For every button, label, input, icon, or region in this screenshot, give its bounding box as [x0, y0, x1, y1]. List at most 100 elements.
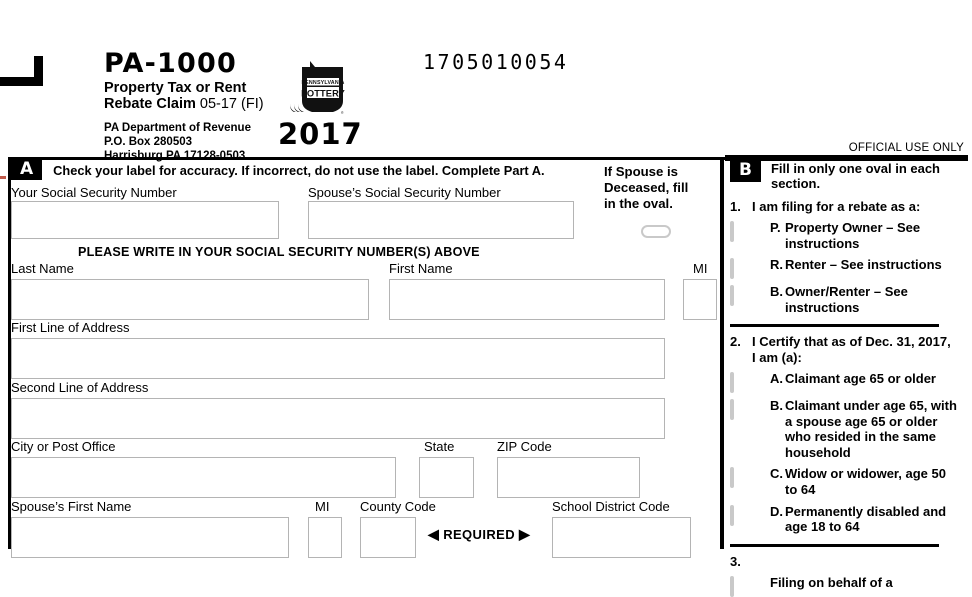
question-3-text	[752, 554, 952, 569]
required-label: REQUIRED	[443, 527, 516, 542]
option-2-a-oval[interactable]	[730, 372, 734, 394]
option-2-b-oval-cell	[730, 398, 770, 421]
svg-text:LOTTERY: LOTTERY	[301, 89, 345, 99]
your-ssn-label: Your Social Security Number	[11, 185, 177, 200]
pennsylvania-lottery-logo: PENNSYLVANIA LOTTERY ®	[288, 57, 350, 115]
arrow-left-icon: ◀	[428, 526, 440, 542]
registration-mark-vertical	[34, 56, 43, 86]
department-name: PA Department of Revenue	[104, 121, 251, 134]
option-1-p-letter: P.	[770, 219, 781, 235]
option-1-r-text: R. Renter – See instructions	[770, 257, 960, 273]
spouse-ssn-label: Spouse’s Social Security Number	[308, 185, 501, 200]
option-2-d-oval[interactable]	[730, 504, 734, 526]
address-line1-input[interactable]	[11, 338, 665, 379]
tax-year: 2017	[278, 117, 363, 151]
registration-corner-mark	[0, 56, 43, 86]
option-1-p-oval[interactable]	[730, 220, 734, 242]
option-2-c-label: Widow or widower, age 50 to 64	[785, 466, 946, 497]
option-2-d-text: D. Permanently disabled and age 18 to 64	[770, 504, 960, 535]
left-edge-alignment-tick	[0, 176, 6, 179]
question-3-number: 3.	[730, 553, 741, 569]
spouse-deceased-instruction: If Spouse is Deceased, fill in the oval.	[604, 164, 716, 212]
your-ssn-input[interactable]	[11, 201, 279, 239]
county-code-input[interactable]	[360, 517, 416, 558]
control-number: 1705010054	[423, 50, 569, 74]
option-2-c-letter: C.	[770, 466, 783, 482]
address-line2-label: Second Line of Address	[11, 380, 149, 395]
form-title-line1: Property Tax or Rent	[104, 80, 247, 96]
department-po-box: P.O. Box 280503	[104, 136, 193, 148]
mi-label: MI	[693, 261, 708, 276]
form-masthead: PA-1000 Property Tax or Rent Rebate Clai…	[104, 50, 264, 164]
option-2-b-oval[interactable]	[730, 399, 734, 421]
zip-input[interactable]	[497, 457, 640, 498]
question-2-number: 2.	[730, 334, 741, 350]
option-2-b-label: Claimant under age 65, with a spouse age…	[785, 398, 957, 460]
part-b-question-3: 3.	[730, 554, 964, 569]
option-3-oval-cell	[730, 575, 770, 597]
option-1-b-oval[interactable]	[730, 285, 734, 307]
arrow-right-icon: ▶	[519, 526, 531, 542]
option-1-r-letter: R.	[770, 257, 783, 273]
option-1-b-oval-cell	[730, 284, 770, 307]
option-2-d-oval-cell	[730, 504, 770, 526]
address-line1-label: First Line of Address	[11, 320, 130, 335]
part-b-header: B Fill in only one oval in each section.	[730, 161, 964, 192]
city-input[interactable]	[11, 457, 396, 498]
first-name-input[interactable]	[389, 279, 665, 320]
option-2-a-label: Claimant age 65 or older	[785, 371, 936, 387]
option-1-r[interactable]: R. Renter – See instructions	[730, 257, 964, 280]
option-3-text: Filing on behalf of a	[770, 575, 960, 591]
part-b-rule-2	[730, 543, 939, 547]
part-a-badge: A	[11, 159, 43, 181]
part-a-instruction: Check your label for accuracy. If incorr…	[53, 162, 545, 178]
part-b-question-1: 1. I am filing for a rebate as a:	[730, 199, 964, 214]
option-1-r-oval[interactable]	[730, 258, 734, 280]
required-indicator: ◀ REQUIRED ▶	[428, 526, 530, 543]
school-district-code-label: School District Code	[552, 499, 670, 514]
option-2-a[interactable]: A. Claimant age 65 or older	[730, 371, 964, 394]
option-2-b-text: B. Claimant under age 65, with a spouse …	[770, 398, 960, 460]
option-1-p[interactable]: P. Property Owner – See instructions	[730, 220, 964, 251]
option-2-b[interactable]: B. Claimant under age 65, with a spouse …	[730, 398, 964, 460]
option-2-d[interactable]: D. Permanently disabled and age 18 to 64	[730, 504, 964, 535]
last-name-input[interactable]	[11, 279, 369, 320]
option-2-c-text: C. Widow or widower, age 50 to 64	[770, 466, 960, 497]
part-b-instruction: Fill in only one oval in each section.	[770, 161, 941, 192]
part-b-badge: B	[730, 161, 761, 182]
option-2-c-oval[interactable]	[730, 467, 734, 489]
option-2-d-letter: D.	[770, 503, 783, 519]
question-1-number: 1.	[730, 198, 741, 214]
option-1-p-label: Property Owner – See instructions	[785, 219, 921, 251]
county-code-label: County Code	[360, 499, 436, 514]
address-line2-input[interactable]	[11, 398, 665, 439]
form-title-line2: Rebate Claim 05-17 (FI)	[104, 96, 264, 112]
question-2-text: I Certify that as of Dec. 31, 2017, I am…	[752, 334, 951, 365]
city-label: City or Post Office	[11, 439, 116, 454]
mi-input[interactable]	[683, 279, 717, 320]
question-1-text: I am filing for a rebate as a:	[752, 198, 921, 214]
spouse-ssn-input[interactable]	[308, 201, 574, 239]
option-3-filing-on-behalf[interactable]: Filing on behalf of a	[730, 575, 964, 597]
form-revision: 05-17 (FI)	[199, 96, 264, 113]
ssn-write-in-note: PLEASE WRITE IN YOUR SOCIAL SECURITY NUM…	[78, 245, 480, 259]
option-1-b-text: B. Owner/Renter – See instructions	[770, 284, 960, 315]
spouse-mi-label: MI	[315, 499, 330, 514]
svg-text:®: ®	[341, 111, 344, 115]
option-1-r-oval-cell	[730, 257, 770, 280]
official-use-only-label: OFFICIAL USE ONLY	[848, 142, 964, 154]
school-district-code-input[interactable]	[552, 517, 691, 558]
option-2-c[interactable]: C. Widow or widower, age 50 to 64	[730, 466, 964, 497]
spouse-deceased-line1: If Spouse is	[604, 164, 679, 179]
part-b-rule-1	[730, 324, 939, 328]
option-1-b[interactable]: B. Owner/Renter – See instructions	[730, 284, 964, 315]
state-input[interactable]	[419, 457, 474, 498]
spouse-first-name-input[interactable]	[11, 517, 289, 558]
spouse-mi-input[interactable]	[308, 517, 342, 558]
option-2-a-oval-cell	[730, 371, 770, 394]
form-title: Property Tax or Rent Rebate Claim 05-17 …	[104, 80, 264, 113]
zip-label: ZIP Code	[497, 439, 552, 454]
last-name-label: Last Name	[11, 261, 74, 276]
option-3-oval[interactable]	[730, 575, 734, 597]
spouse-deceased-oval[interactable]	[641, 225, 671, 238]
